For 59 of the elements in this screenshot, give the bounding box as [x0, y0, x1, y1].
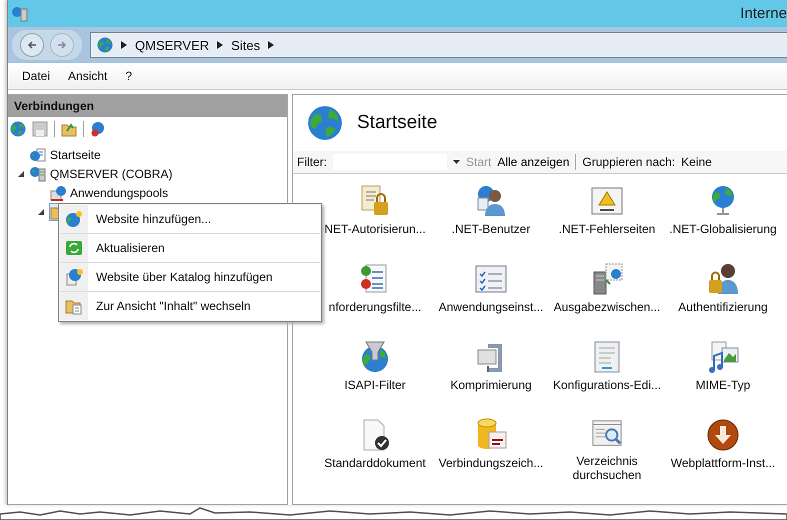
dropdown-icon[interactable]: [453, 160, 460, 164]
feature-label[interactable]: Verzeichnis durchsuchen: [562, 454, 652, 482]
feature-label[interactable]: Anwendungseinst...: [438, 300, 544, 314]
back-button[interactable]: [20, 33, 44, 57]
download-icon: [706, 418, 740, 452]
tree-item[interactable]: Startseite: [50, 148, 101, 162]
refresh-icon: [65, 239, 83, 257]
feature-label[interactable]: ISAPI-Filter: [344, 378, 406, 392]
menu-item[interactable]: Ansicht: [68, 69, 108, 83]
page-title: Startseite: [357, 112, 438, 134]
connect-icon: [10, 121, 26, 137]
group-by-value[interactable]: Keine: [681, 155, 712, 169]
catalog-icon: [65, 268, 83, 286]
show-all-button[interactable]: Alle anzeigen: [497, 155, 570, 169]
chevron-icon: [268, 41, 274, 49]
globe-icon: [97, 37, 113, 53]
chevron-icon: [217, 41, 224, 49]
filter-label: Filter:: [297, 155, 327, 169]
pool-icon: [49, 184, 67, 200]
context-menu-item[interactable]: Website über Katalog hinzufügen: [60, 263, 320, 292]
feature-label[interactable]: Authentifizierung: [678, 300, 768, 314]
feature-label[interactable]: nforderungsfilte...: [328, 300, 422, 314]
breadcrumb-item[interactable]: Sites: [231, 38, 260, 52]
feature-label[interactable]: MIME-Typ: [696, 378, 750, 392]
feature-label[interactable]: .NET-Globalisierung: [669, 222, 777, 236]
expander-icon[interactable]: [36, 208, 46, 216]
feature-label[interactable]: .NET-Fehlerseiten: [558, 222, 656, 236]
context-menu-item[interactable]: Website hinzufügen...: [60, 205, 320, 234]
menu-item[interactable]: Datei: [22, 69, 50, 83]
expander-icon[interactable]: [16, 170, 26, 178]
disconnect-icon[interactable]: [90, 121, 106, 137]
chevron-icon: [121, 41, 127, 49]
group-by-label: Gruppieren nach:: [582, 155, 676, 169]
folder-up-icon[interactable]: [61, 121, 77, 137]
panel-header: Verbindungen: [8, 95, 287, 117]
menu-item[interactable]: ?: [125, 69, 132, 83]
feature-label[interactable]: Komprimierung: [450, 378, 532, 392]
music-icon: [706, 340, 740, 374]
save-icon[interactable]: [32, 121, 48, 137]
feature-label[interactable]: Konfigurations-Edi...: [552, 378, 662, 392]
globe-add-icon: [65, 210, 83, 228]
tree-item[interactable]: Anwendungspools: [70, 186, 168, 200]
feature-label[interactable]: .NET-Benutzer: [452, 222, 530, 236]
feature-label[interactable]: Ausgabezwischen...: [554, 300, 660, 314]
forward-arrow-icon[interactable]: [57, 40, 67, 50]
back-arrow-icon[interactable]: [27, 40, 37, 50]
feature-label[interactable]: Standarddokument: [324, 456, 426, 470]
app-icon: [11, 6, 29, 22]
feature-label[interactable]: NET-Autorisierun...: [324, 222, 426, 236]
feature-label[interactable]: Verbindungszeich...: [438, 456, 544, 470]
tree-item[interactable]: QMSERVER (COBRA): [50, 166, 172, 180]
breadcrumb-item[interactable]: QMSERVER: [135, 38, 210, 52]
globe-icon: [307, 105, 343, 141]
feature-label[interactable]: Webplattform-Inst...: [670, 456, 776, 470]
address-bar[interactable]: QMSERVER Sites: [90, 32, 787, 58]
lockuser-icon: [706, 262, 740, 296]
context-menu-item[interactable]: Aktualisieren: [60, 234, 320, 263]
forward-button[interactable]: [50, 33, 74, 57]
window-title: Interne: [740, 5, 787, 22]
